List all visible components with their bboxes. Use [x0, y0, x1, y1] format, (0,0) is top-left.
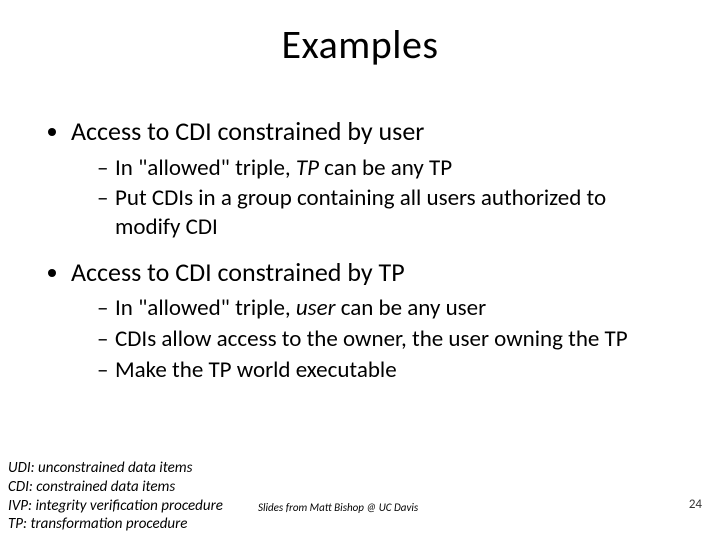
footer-credit: Slides from Matt Bishop @ UC Davis	[258, 501, 418, 514]
slide: Examples Access to CDI constrained by us…	[0, 0, 720, 540]
sub-item: In "allowed" triple, TP can be any TP	[97, 154, 675, 183]
bullet-list: Access to CDI constrained by user In "al…	[45, 115, 675, 385]
page-number: 24	[689, 497, 702, 512]
sub-text-pre: Make the TP world executable	[115, 356, 397, 384]
def-udi: UDI: unconstrained data items	[8, 459, 223, 478]
sub-text-post: can be any user	[336, 294, 487, 322]
sub-text-pre: In "allowed" triple,	[115, 154, 296, 182]
footer-definitions: UDI: unconstrained data items CDI: const…	[8, 459, 223, 534]
sub-list: In "allowed" triple, user can be any use…	[71, 294, 675, 384]
bullet-text: Access to CDI constrained by user	[71, 115, 424, 147]
def-cdi: CDI: constrained data items	[8, 478, 223, 497]
sub-item: Put CDIs in a group containing all users…	[97, 184, 675, 242]
sub-text-pre: Put CDIs in a group containing all users…	[115, 184, 606, 241]
sub-text-em: TP	[296, 154, 319, 182]
slide-title: Examples	[0, 20, 720, 69]
sub-text-post: can be any TP	[319, 154, 452, 182]
slide-content: Access to CDI constrained by user In "al…	[45, 115, 675, 399]
sub-list: In "allowed" triple, TP can be any TP Pu…	[71, 154, 675, 242]
bullet-text: Access to CDI constrained by TP	[71, 256, 405, 288]
bullet-item: Access to CDI constrained by user In "al…	[71, 115, 675, 242]
sub-item: In "allowed" triple, user can be any use…	[97, 294, 675, 323]
sub-text-pre: In "allowed" triple,	[115, 294, 296, 322]
sub-item: Make the TP world executable	[97, 356, 675, 385]
sub-text-em: user	[296, 294, 336, 322]
bullet-item: Access to CDI constrained by TP In "allo…	[71, 256, 675, 385]
def-ivp: IVP: integrity verification procedure	[8, 497, 223, 516]
sub-item: CDIs allow access to the owner, the user…	[97, 325, 675, 354]
sub-text-pre: CDIs allow access to the owner, the user…	[115, 325, 628, 353]
def-tp: TP: transformation procedure	[8, 515, 223, 534]
